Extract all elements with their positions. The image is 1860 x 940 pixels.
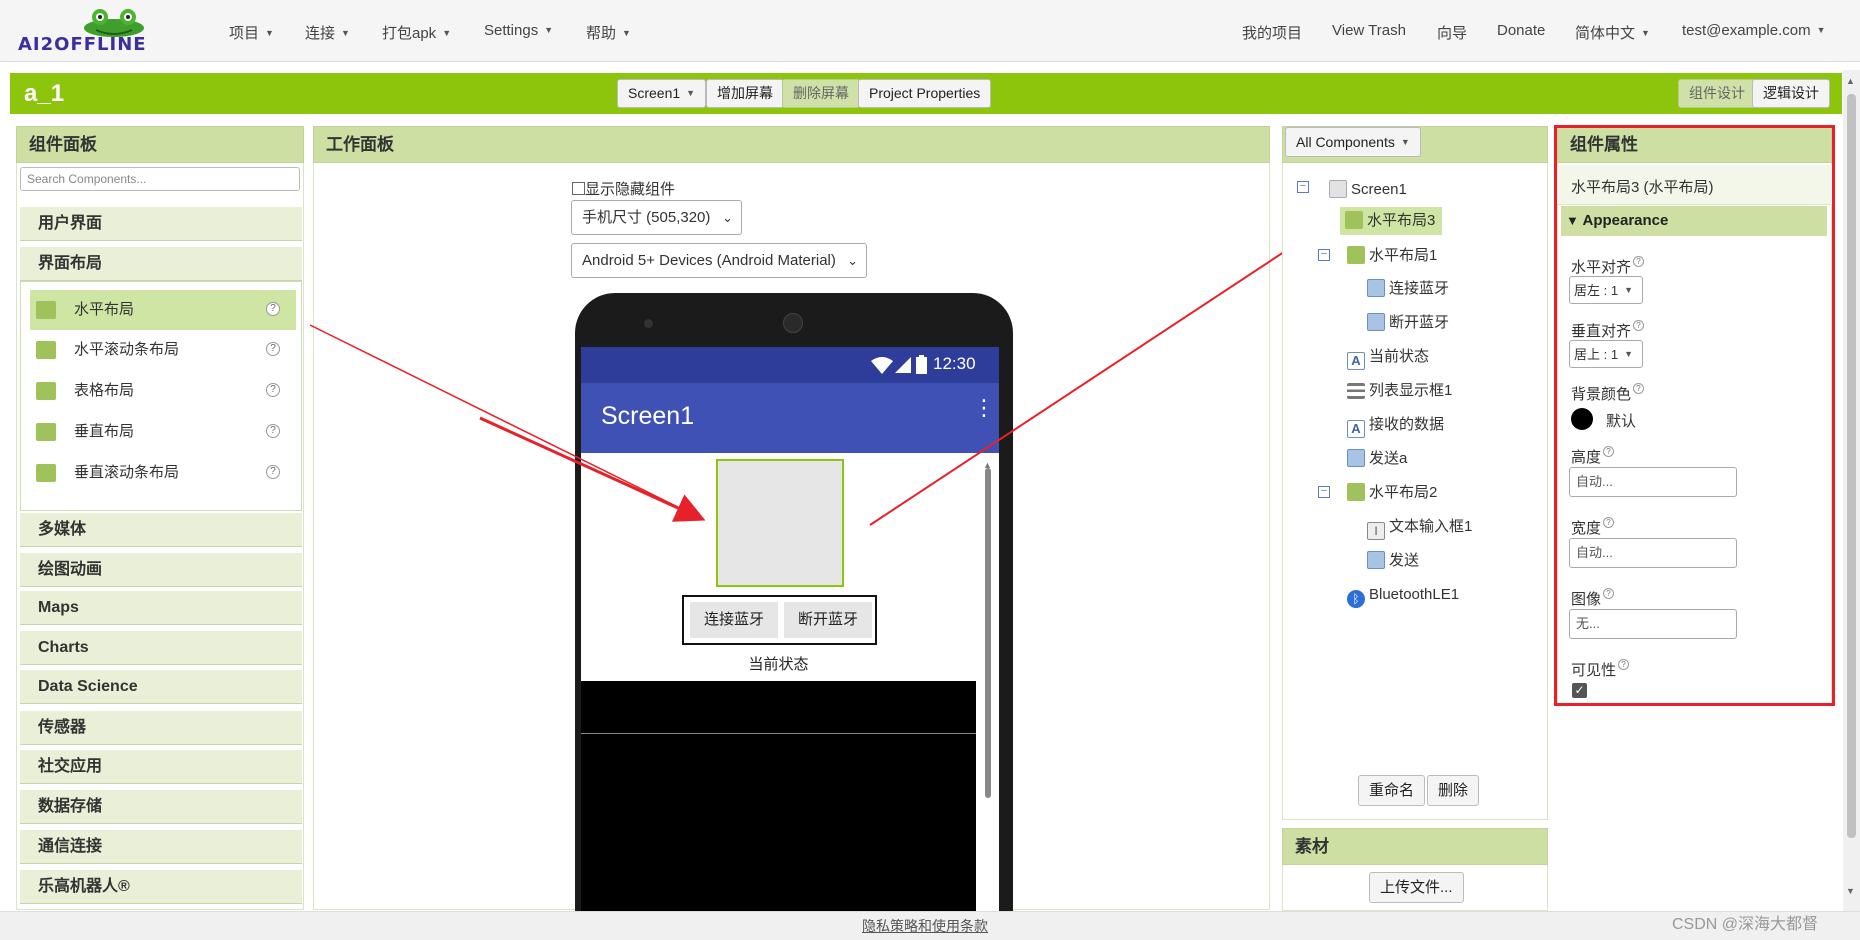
bluetooth-icon: ᛒ xyxy=(1347,590,1365,608)
textbox-icon: I xyxy=(1367,522,1385,540)
tree-label: BluetoothLE1 xyxy=(1369,586,1460,603)
tree-item-listview1[interactable]: 列表显示框1 xyxy=(1347,380,1452,402)
components-filter-label: All Components xyxy=(1296,134,1395,150)
tree-label: 断开蓝牙 xyxy=(1389,314,1450,331)
button-icon xyxy=(1367,313,1385,331)
tree-item-horizontal-layout3[interactable]: 水平布局3 xyxy=(1345,210,1435,232)
tree-item-connect-bluetooth[interactable]: 连接蓝牙 xyxy=(1367,278,1449,300)
horizontal-layout-icon xyxy=(1345,211,1363,229)
tree-item-horizontal-layout2[interactable]: 水平布局2 xyxy=(1347,482,1437,504)
collapse-toggle-icon[interactable]: − xyxy=(1318,249,1330,261)
tree-item-send[interactable]: 发送 xyxy=(1367,550,1419,572)
button-icon xyxy=(1367,551,1385,569)
tree-item-textbox1[interactable]: I 文本输入框1 xyxy=(1367,516,1473,540)
scroll-up-icon[interactable]: ▲ xyxy=(1846,76,1855,86)
tree-item-bluetoothle1[interactable]: ᛒ BluetoothLE1 xyxy=(1347,584,1460,608)
arrow-palette-to-phone-head xyxy=(479,416,706,522)
horizontal-layout-icon xyxy=(1347,483,1365,501)
tree-label: 列表显示框1 xyxy=(1369,382,1453,399)
tree-item-received-data[interactable]: A 接收的数据 xyxy=(1347,414,1445,438)
tree-label: 当前状态 xyxy=(1369,348,1430,365)
components-filter-button[interactable]: All Components ▼ xyxy=(1285,127,1421,157)
screen-icon xyxy=(1329,180,1347,198)
tree-label: 文本输入框1 xyxy=(1389,518,1473,535)
tree-label: 水平布局3 xyxy=(1367,212,1436,229)
watermark: CSDN @深海大都督 xyxy=(1672,916,1819,933)
media-title: 素材 xyxy=(1282,828,1548,865)
rename-button[interactable]: 重命名 xyxy=(1358,775,1426,806)
label-icon: A xyxy=(1347,420,1365,438)
tree-label: 水平布局1 xyxy=(1369,247,1438,264)
button-icon xyxy=(1347,449,1365,467)
annotation-highlight-box xyxy=(1554,125,1835,706)
arrow-phone-to-tree xyxy=(869,212,1344,526)
tree-label: 发送 xyxy=(1389,552,1420,569)
collapse-toggle-icon[interactable]: − xyxy=(1318,486,1330,498)
horizontal-layout-icon xyxy=(1347,246,1365,264)
tree-item-horizontal-layout1[interactable]: 水平布局1 xyxy=(1347,245,1437,267)
scrollbar-thumb[interactable] xyxy=(1847,94,1856,838)
scroll-down-icon[interactable]: ▼ xyxy=(1846,886,1855,896)
upload-file-button[interactable]: 上传文件... xyxy=(1369,872,1464,903)
delete-button[interactable]: 删除 xyxy=(1427,775,1480,806)
collapse-toggle-icon[interactable]: − xyxy=(1297,181,1309,193)
label-icon: A xyxy=(1347,352,1365,370)
button-icon xyxy=(1367,279,1385,297)
privacy-link[interactable]: 隐私策略和使用条款 xyxy=(862,916,988,936)
listview-icon xyxy=(1347,383,1365,399)
arrow-palette-to-phone xyxy=(309,324,701,519)
tree-label: 接收的数据 xyxy=(1369,416,1445,433)
tree-item-screen1[interactable]: Screen1 xyxy=(1329,179,1407,201)
tree-item-send-a[interactable]: 发送a xyxy=(1347,448,1407,470)
page-scrollbar[interactable]: ▲ ▼ xyxy=(1843,70,1860,911)
caret-down-icon: ▼ xyxy=(1400,137,1410,147)
tree-item-current-status[interactable]: A 当前状态 xyxy=(1347,346,1430,370)
tree-label: 发送a xyxy=(1369,450,1408,467)
tree-label: Screen1 xyxy=(1351,181,1407,198)
tree-label: 连接蓝牙 xyxy=(1389,280,1450,297)
tree-item-disconnect-bluetooth[interactable]: 断开蓝牙 xyxy=(1367,312,1449,334)
tree-label: 水平布局2 xyxy=(1369,484,1438,501)
